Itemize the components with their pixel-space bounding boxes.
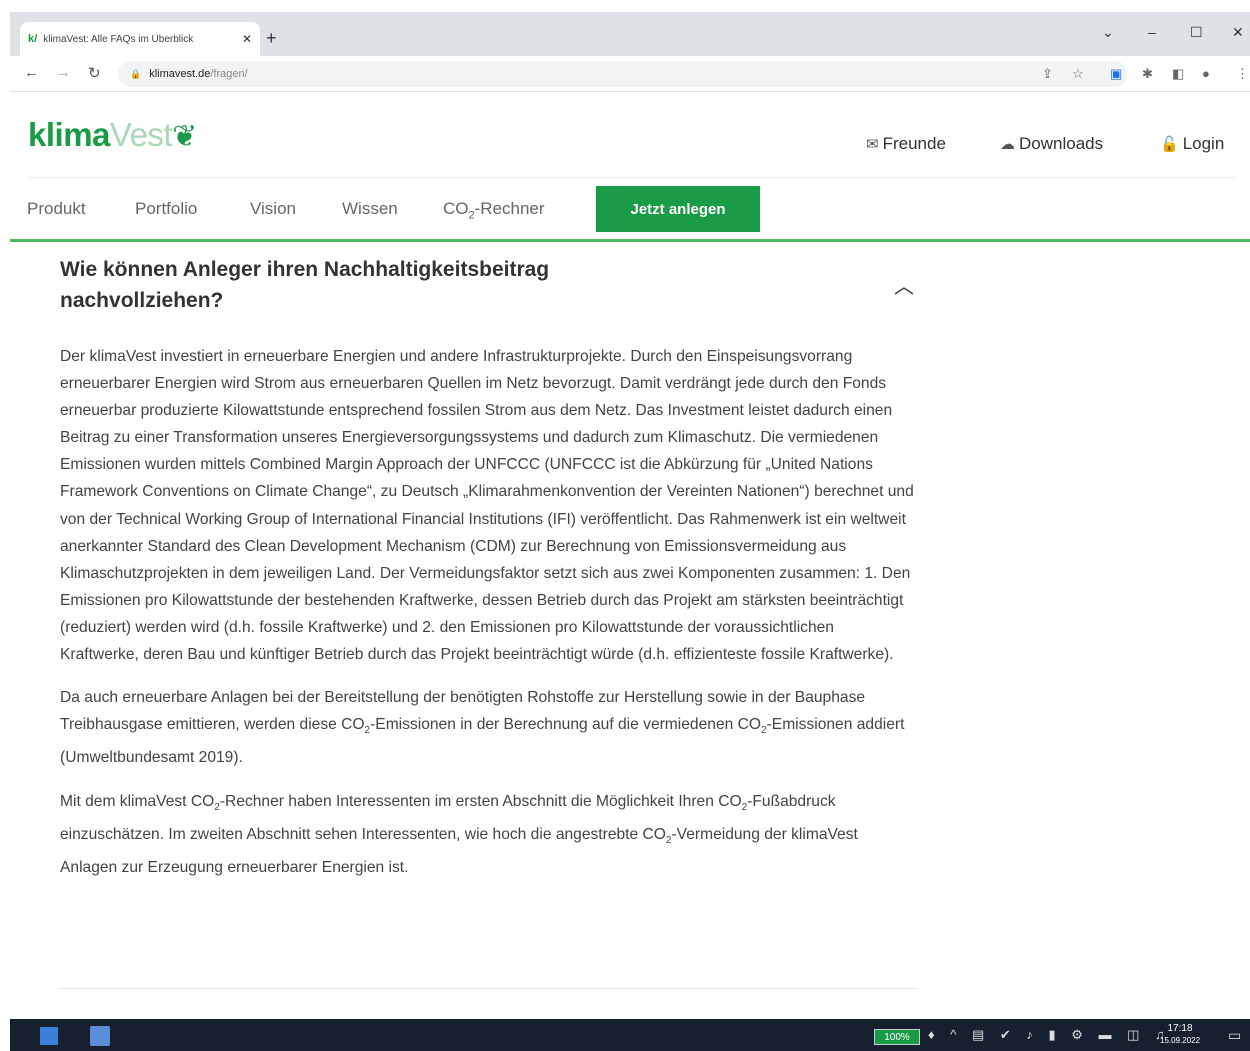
site-header: klimaVest❦ ✉ Freunde ☁ Downloads 🔓 Login… (10, 92, 1250, 242)
profile-avatar-icon[interactable]: ● (1202, 66, 1210, 81)
battery-indicator[interactable]: 100% (874, 1029, 920, 1045)
logo-vest: Vest (109, 116, 173, 153)
tab-title: klimaVest: Alle FAQs im Überblick (43, 33, 194, 45)
nav-co2-rechner[interactable]: CO2-Rechner (443, 199, 545, 221)
bookmark-star-icon[interactable]: ☆ (1072, 66, 1084, 82)
p3-text-a: Mit dem klimaVest CO (60, 792, 215, 810)
logo-klima: klima (28, 116, 110, 153)
close-window-button[interactable]: ✕ (1232, 24, 1244, 41)
jetzt-anlegen-button[interactable]: Jetzt anlegen (596, 186, 760, 232)
downloads-link[interactable]: ☁ Downloads (1000, 134, 1103, 154)
klimavest-logo[interactable]: klimaVest❦ (28, 116, 197, 154)
nav-portfolio[interactable]: Portfolio (135, 199, 197, 219)
browser-toolbar: ← → ↻ 🔒 klimavest.de /fragen/ ⇪ ☆ ▣ ✱ ◧ … (10, 56, 1250, 92)
lock-icon: 🔓 (1160, 136, 1179, 153)
taskbar: 100% ♦ ^ ▤ ✔ ♪ ▮ ⚙ ▬ ◫ ♫ 17:18 15.09.202… (10, 1019, 1250, 1051)
chevron-up-icon[interactable]: ︿ (894, 270, 914, 299)
forward-icon[interactable]: → (56, 64, 71, 81)
maximize-button[interactable]: ☐ (1190, 24, 1203, 41)
system-tray-icons[interactable]: ♦ ^ ▤ ✔ ♪ ▮ ⚙ ▬ ◫ ♫ (928, 1027, 1171, 1043)
new-tab-button[interactable]: + (266, 28, 277, 49)
p3-text-b: -Rechner haben Interessenten im ersten A… (219, 792, 742, 810)
nav-vision[interactable]: Vision (250, 199, 296, 219)
url-path: /fragen/ (210, 68, 248, 80)
header-divider (28, 177, 1236, 178)
mail-icon: ✉ (866, 136, 879, 153)
clock-date: 15.09.2022 (1160, 1036, 1201, 1045)
browser-chrome: k/ klimaVest: Alle FAQs im Überblick ✕ +… (10, 12, 1250, 92)
close-tab-icon[interactable]: ✕ (242, 32, 252, 46)
url-host: klimavest.de (149, 68, 211, 80)
faq-answer: Der klimaVest investiert in erneuerbare … (60, 343, 916, 881)
minimize-button[interactable]: – (1148, 24, 1156, 40)
login-label: Login (1182, 134, 1225, 153)
start-button[interactable] (40, 1027, 58, 1045)
lock-icon: 🔒 (130, 68, 142, 79)
nav-co2-prefix: CO (443, 199, 469, 218)
answer-paragraph-3: Mit dem klimaVest CO2-Rechner haben Inte… (60, 788, 916, 882)
puzzle-icon[interactable]: ✱ (1142, 66, 1153, 82)
leaf-icon: ❦ (172, 120, 197, 153)
login-link[interactable]: 🔓 Login (1160, 134, 1224, 154)
nav-accent-rule (10, 239, 1250, 242)
notification-icon[interactable]: ▭ (1228, 1027, 1241, 1044)
address-bar[interactable]: 🔒 klimavest.de /fragen/ (118, 61, 1128, 87)
answer-paragraph-1: Der klimaVest investiert in erneuerbare … (60, 348, 914, 664)
downloads-label: Downloads (1019, 134, 1104, 153)
browser-tab[interactable]: k/ klimaVest: Alle FAQs im Überblick ✕ (20, 22, 260, 56)
faq-divider (60, 988, 916, 989)
faq-question[interactable]: Wie können Anleger ihren Nachhaltigkeits… (60, 254, 640, 316)
nav-wissen[interactable]: Wissen (342, 199, 398, 219)
share-icon[interactable]: ⇪ (1042, 66, 1053, 82)
clock-time: 17:18 (1167, 1023, 1193, 1034)
taskbar-app-icon[interactable] (90, 1026, 110, 1046)
friends-label: Freunde (882, 134, 946, 153)
favicon-icon: k/ (28, 33, 38, 45)
nav-co2-suffix: -Rechner (474, 199, 545, 218)
friends-link[interactable]: ✉ Freunde (866, 134, 946, 154)
extension-icon[interactable]: ▣ (1110, 66, 1122, 82)
faq-item: Wie können Anleger ihren Nachhaltigkeits… (60, 254, 916, 897)
reload-icon[interactable]: ↻ (88, 64, 101, 82)
side-panel-icon[interactable]: ◧ (1172, 66, 1184, 82)
cloud-download-icon: ☁ (1000, 136, 1015, 153)
back-icon[interactable]: ← (24, 64, 39, 81)
answer-paragraph-2: Da auch erneuerbare Anlagen bei der Bere… (60, 684, 916, 771)
tab-strip: k/ klimaVest: Alle FAQs im Überblick ✕ +… (10, 12, 1250, 56)
nav-produkt[interactable]: Produkt (27, 199, 86, 219)
clock[interactable]: 17:18 15.09.2022 (1160, 1023, 1200, 1047)
p2-text-b: -Emissionen in der Berechnung auf die ve… (370, 716, 762, 734)
tab-search-icon[interactable]: ⌄ (1102, 24, 1114, 41)
menu-kebab-icon[interactable]: ⋮ (1236, 66, 1249, 82)
